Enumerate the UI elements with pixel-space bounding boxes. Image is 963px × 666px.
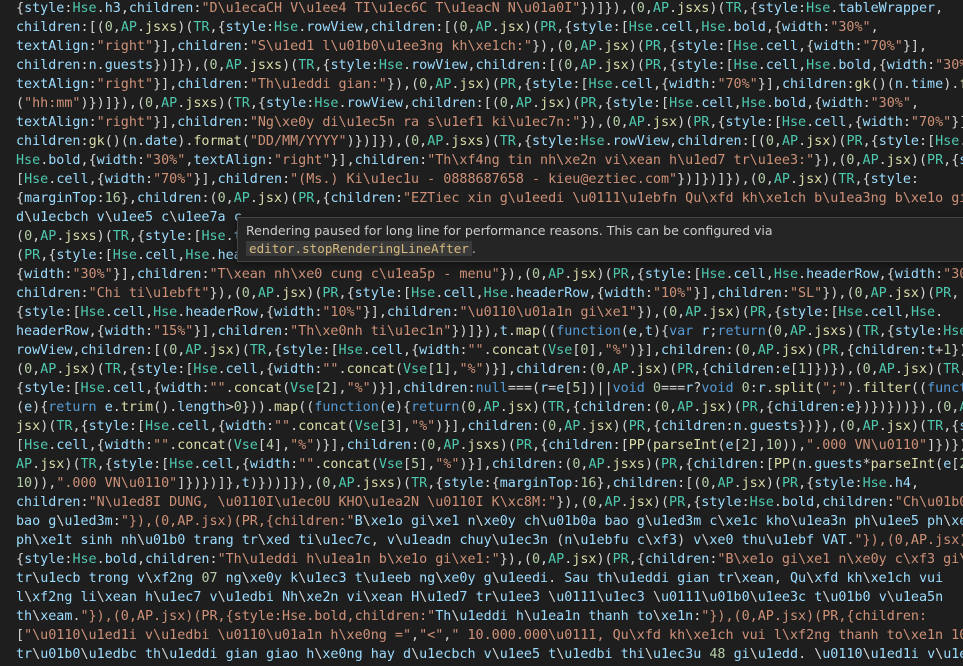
code-line[interactable]: (0,AP.jsxs)(TR,{style:[Hse.t xyxy=(16,226,242,247)
code-line[interactable]: tr\u01b0\u1edbc th\u1eddi gian giao h\xe… xyxy=(16,644,963,665)
code-line[interactable]: children:gk()(n.date).format("DD/MM/YYYY… xyxy=(16,131,963,152)
hover-message: Rendering paused for long line for perfo… xyxy=(246,223,773,238)
code-line[interactable]: ["\u0110\u1ed1i v\u1edbi \u0110\u01a1n h… xyxy=(16,625,963,646)
code-line[interactable]: {style:[Hse.cell,{width:"".concat(Vse[2]… xyxy=(16,378,963,399)
code-line[interactable]: ph\xe1t sinh nh\u01b0 trang tr\xed ti\u1… xyxy=(16,530,963,551)
code-line[interactable]: children:"N\u1ed8I DUNG, \u0110I\u1ec0U … xyxy=(16,492,963,513)
code-line[interactable]: bao g\u1ed3m:"}),(0,AP.jsx)(PR,{children… xyxy=(16,511,963,532)
code-line[interactable]: {style:Hse.bold,children:"Th\u1eddi h\u1… xyxy=(16,549,963,570)
code-line[interactable]: textAlign:"right"}],children:"S\u1ed1 l\… xyxy=(16,36,927,57)
code-line[interactable]: d\u1ecbch v\u1ee5 c\u1ee7a c xyxy=(16,207,242,228)
code-line[interactable]: AP.jsx)(TR,{style:[Hse.cell,{width:"".co… xyxy=(16,454,963,475)
code-line[interactable]: textAlign:"right"}],children:"Ng\xe0y di… xyxy=(16,112,963,133)
code-line[interactable]: (0,AP.jsx)(TR,{style:[Hse.cell,{width:""… xyxy=(16,359,963,380)
hover-setting-row: editor.stopRenderingLineAfter. xyxy=(246,240,963,258)
hover-suffix: . xyxy=(471,241,476,256)
code-line[interactable]: children:n.guests})]}),(0,AP.jsxs)(TR,{s… xyxy=(16,55,963,76)
code-line[interactable]: (e){return e.trim().length>0})).map((fun… xyxy=(16,397,963,418)
code-line[interactable]: children:[(0,AP.jsxs)(TR,{style:Hse.rowV… xyxy=(16,17,879,38)
code-line[interactable]: Hse.bold,{width:"30%",textAlign:"right"}… xyxy=(16,150,963,171)
code-line[interactable]: children:"Chi ti\u1ebft"}),(0,AP.jsx)(PR… xyxy=(16,283,959,304)
code-line[interactable]: 10)),".000 VN\u0110"]})})]},t)}))]}),(0,… xyxy=(16,473,919,494)
code-line[interactable]: ("hh:mm")})]}),(0,AP.jsxs)(TR,{style:Hse… xyxy=(16,93,919,114)
code-line[interactable]: {style:[Hse.cell,Hse.headerRow,{width:"1… xyxy=(16,302,943,323)
code-line[interactable]: {marginTop:16},children:(0,AP.jsx)(PR,{c… xyxy=(16,188,963,209)
code-line[interactable]: [Hse.cell,{width:"".concat(Vse[4],"%")}]… xyxy=(16,435,963,456)
code-line[interactable]: [Hse.cell,{width:"70%"}],children:"(Ms.)… xyxy=(16,169,919,190)
code-line[interactable]: th\xeam."}),(0,AP.jsx)(PR,{style:Hse.bol… xyxy=(16,606,927,627)
code-line[interactable]: (PR,{style:[Hse.cell,Hse.hea xyxy=(16,245,242,266)
code-line[interactable]: {width:"30%"}],children:"T\xean nh\xe0 c… xyxy=(16,264,963,285)
code-line[interactable]: l\xf2ng li\xean h\u1ec7 v\u1edbi Nh\xe2n… xyxy=(16,587,943,608)
code-editor[interactable]: {style:Hse.h3,children:"D\u1ecaCH V\u1ee… xyxy=(0,0,963,666)
code-line[interactable]: headerRow,{width:"15%"}],children:"Th\xe… xyxy=(16,321,963,342)
code-line[interactable]: tr\u1ecb trong v\xf2ng 07 ng\xe0y k\u1ec… xyxy=(16,568,943,589)
code-line[interactable]: rowView,children:[(0,AP.jsx)(TR,{style:[… xyxy=(16,340,963,361)
code-line[interactable]: jsx)(TR,{style:[Hse.cell,{width:"".conca… xyxy=(16,416,963,437)
rendering-paused-hover: Rendering paused for long line for perfo… xyxy=(237,217,963,262)
setting-name[interactable]: editor.stopRenderingLineAfter xyxy=(246,241,472,256)
code-line[interactable]: textAlign:"right"}],children:"Th\u1eddi … xyxy=(16,74,963,95)
